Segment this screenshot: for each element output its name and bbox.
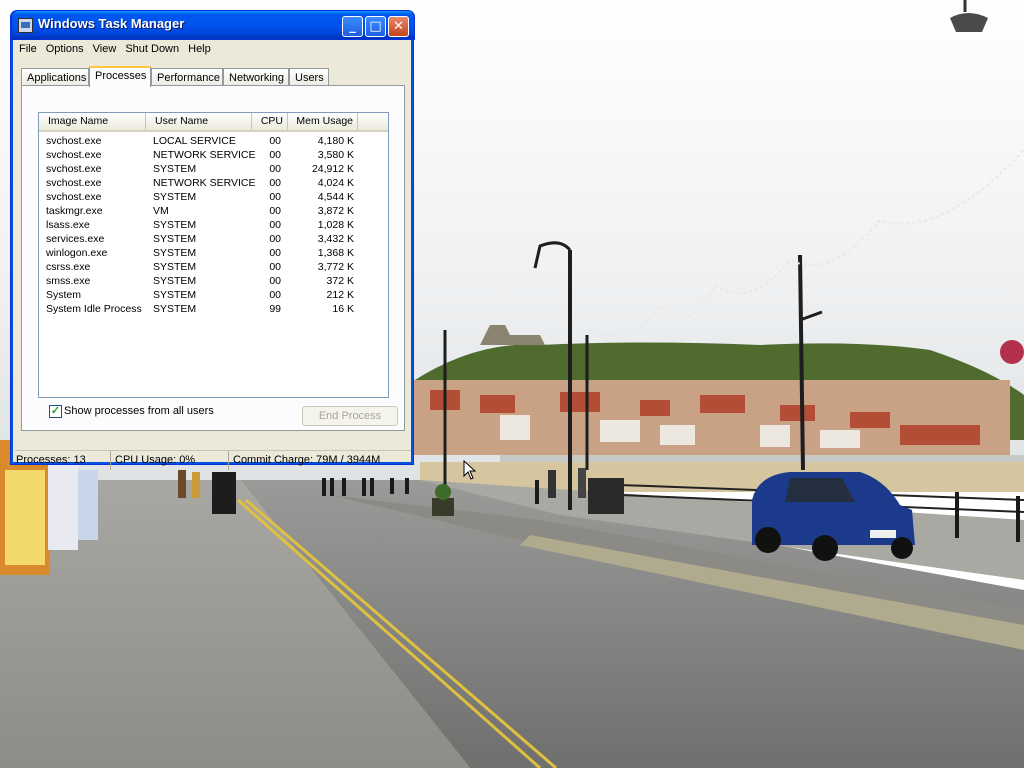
process-user-name: SYSTEM [153,303,197,315]
process-user-name: VM [153,205,169,217]
process-row[interactable]: svchost.exe NETWORK SERVICE 00 4,024 K [39,176,388,190]
process-user-name: LOCAL SERVICE [153,135,236,147]
menu-view[interactable]: View [89,41,122,55]
process-image-name: taskmgr.exe [46,205,103,217]
process-cpu: 00 [269,149,281,161]
process-mem-usage: 4,024 K [317,177,354,189]
process-cpu: 00 [269,191,281,203]
menu-bar: File Options View Shut Down Help [15,41,216,60]
column-cpu[interactable]: CPU [252,113,288,130]
process-image-name: svchost.exe [46,177,102,189]
process-mem-usage: 372 K [326,275,354,287]
process-row[interactable]: svchost.exe NETWORK SERVICE 00 3,580 K [39,148,388,162]
process-cpu: 00 [269,289,281,301]
process-image-name: winlogon.exe [46,247,108,259]
process-image-name: lsass.exe [46,219,90,231]
title-bar[interactable]: Windows Task Manager _ □ ✕ [11,10,415,40]
process-row[interactable]: csrss.exe SYSTEM 00 3,772 K [39,260,388,274]
tab-performance[interactable]: Performance [151,68,223,85]
process-image-name: csrss.exe [46,261,91,273]
process-user-name: NETWORK SERVICE [153,177,256,189]
status-processes: Processes: 13 [15,451,111,470]
process-mem-usage: 3,772 K [317,261,354,273]
menu-file[interactable]: File [15,41,42,55]
process-user-name: SYSTEM [153,247,197,259]
process-user-name: SYSTEM [153,219,197,231]
column-image-name[interactable]: Image Name [39,113,146,130]
process-list-header: Image Name User Name CPU Mem Usage [39,113,388,132]
tab-applications[interactable]: Applications [21,68,89,85]
process-cpu: 00 [269,135,281,147]
process-row[interactable]: taskmgr.exe VM 00 3,872 K [39,204,388,218]
process-user-name: SYSTEM [153,163,197,175]
process-cpu: 00 [269,163,281,175]
process-user-name: SYSTEM [153,289,197,301]
process-row[interactable]: services.exe SYSTEM 00 3,432 K [39,232,388,246]
process-user-name: SYSTEM [153,233,197,245]
end-process-button[interactable]: End Process [302,406,398,426]
process-row[interactable]: System Idle Process SYSTEM 99 16 K [39,302,388,316]
process-mem-usage: 4,180 K [317,135,354,147]
minimize-button[interactable]: _ [342,16,363,37]
tab-users[interactable]: Users [289,68,329,85]
process-image-name: svchost.exe [46,191,102,203]
tab-networking[interactable]: Networking [223,68,289,85]
show-all-users-checkbox[interactable]: ✓ [49,405,62,418]
process-mem-usage: 3,580 K [317,149,354,161]
process-rows: svchost.exe LOCAL SERVICE 00 4,180 Ksvchost… [39,134,388,316]
maximize-button[interactable]: □ [365,16,386,37]
process-cpu: 00 [269,247,281,259]
process-image-name: smss.exe [46,275,91,287]
process-cpu: 00 [269,275,281,287]
process-row[interactable]: svchost.exe LOCAL SERVICE 00 4,180 K [39,134,388,148]
menu-shut-down[interactable]: Shut Down [121,41,184,55]
process-user-name: SYSTEM [153,261,197,273]
process-mem-usage: 24,912 K [311,163,354,175]
process-row[interactable]: smss.exe SYSTEM 00 372 K [39,274,388,288]
process-user-name: SYSTEM [153,191,197,203]
process-image-name: System Idle Process [46,303,142,315]
process-mem-usage: 16 K [332,303,354,315]
process-cpu: 00 [269,205,281,217]
process-cpu: 99 [269,303,281,315]
task-manager-app-icon [18,18,33,33]
column-mem-usage[interactable]: Mem Usage [288,113,358,130]
process-image-name: svchost.exe [46,135,102,147]
process-row[interactable]: svchost.exe SYSTEM 00 24,912 K [39,162,388,176]
tab-processes[interactable]: Processes [89,66,151,87]
process-image-name: System [46,289,82,301]
process-cpu: 00 [269,261,281,273]
process-mem-usage: 212 K [326,289,354,301]
process-image-name: svchost.exe [46,149,102,161]
process-row[interactable]: System SYSTEM 00 212 K [39,288,388,302]
status-cpu-usage: CPU Usage: 0% [111,451,229,470]
menu-options[interactable]: Options [42,41,89,55]
show-all-users-label: Show processes from all users [64,405,214,417]
close-button[interactable]: ✕ [388,16,409,37]
menu-help[interactable]: Help [184,41,216,55]
process-user-name: NETWORK SERVICE [153,149,256,161]
process-user-name: SYSTEM [153,275,197,287]
process-mem-usage: 1,368 K [317,247,354,259]
process-row[interactable]: svchost.exe SYSTEM 00 4,544 K [39,190,388,204]
process-cpu: 00 [269,233,281,245]
process-row[interactable]: winlogon.exe SYSTEM 00 1,368 K [39,246,388,260]
process-list[interactable]: Image Name User Name CPU Mem Usage svcho… [38,112,389,398]
process-mem-usage: 3,432 K [317,233,354,245]
process-row[interactable]: lsass.exe SYSTEM 00 1,028 K [39,218,388,232]
process-cpu: 00 [269,177,281,189]
process-cpu: 00 [269,219,281,231]
status-commit-charge: Commit Charge: 79M / 3944M [233,454,381,466]
process-mem-usage: 1,028 K [317,219,354,231]
task-manager-window: Windows Task Manager _ □ ✕ File Options Vi… [10,10,415,470]
window-title: Windows Task Manager [38,16,185,31]
mouse-cursor-icon [463,460,477,480]
process-mem-usage: 4,544 K [317,191,354,203]
process-mem-usage: 3,872 K [317,205,354,217]
process-image-name: services.exe [46,233,105,245]
column-user-name[interactable]: User Name [146,113,252,130]
status-bar: Processes: 13 CPU Usage: 0% Commit Charg… [15,450,411,470]
process-image-name: svchost.exe [46,163,102,175]
